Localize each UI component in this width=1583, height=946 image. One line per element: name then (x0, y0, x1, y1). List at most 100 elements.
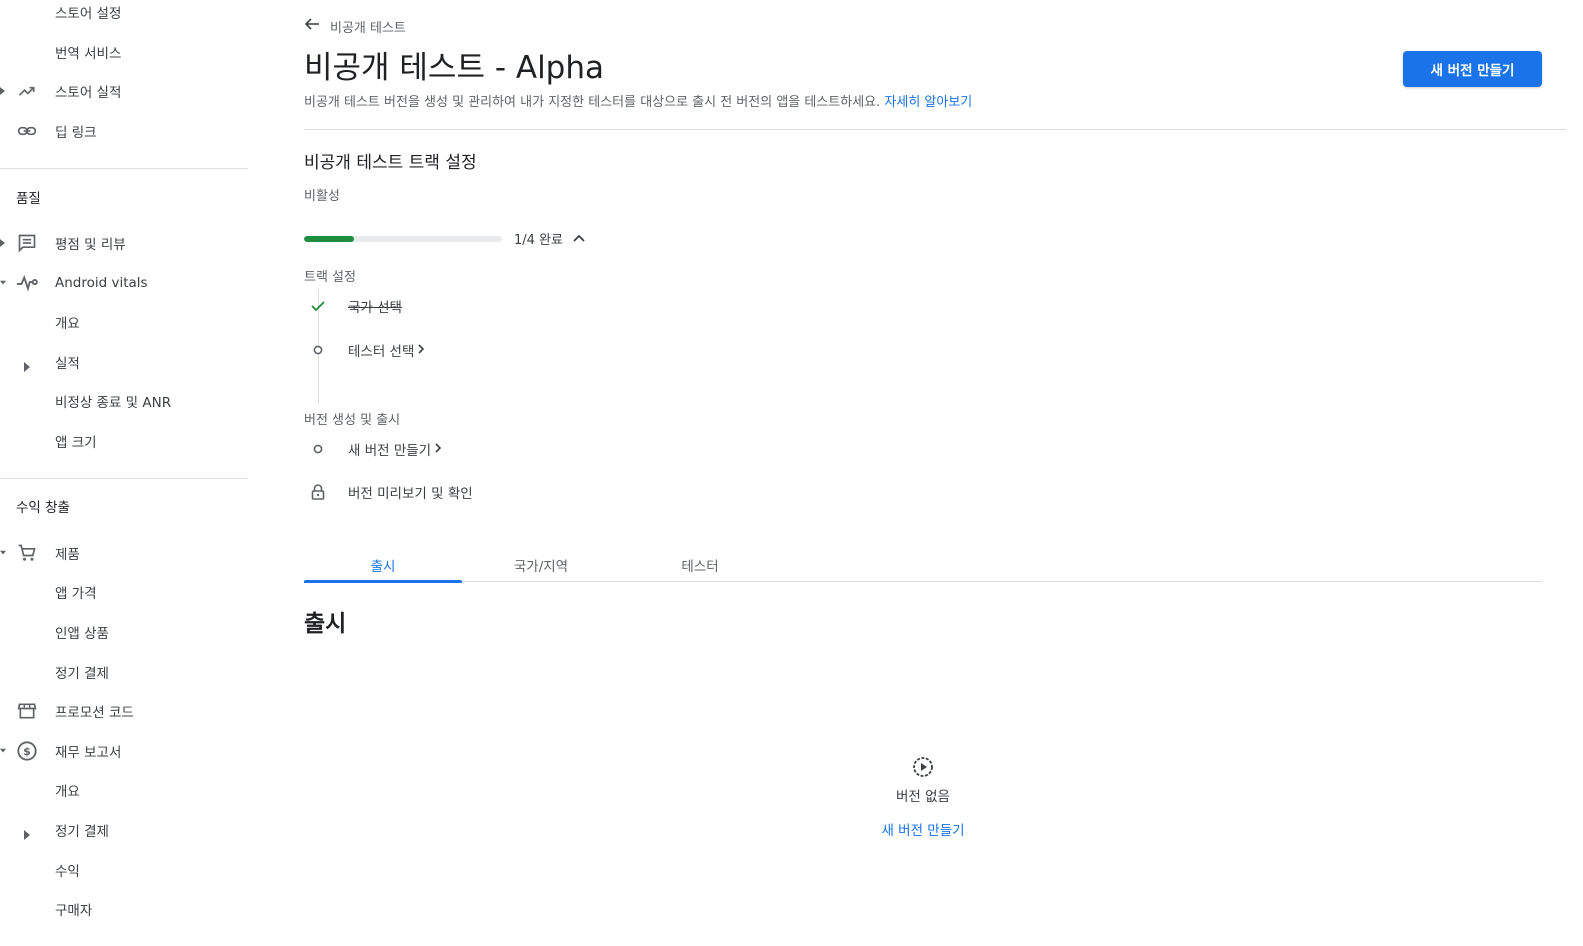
sidebar-item-financial-subscriptions[interactable]: 정기 결제 (0, 813, 250, 847)
sidebar-item-label: 재무 보고서 (55, 745, 122, 761)
sidebar-item-in-app-products[interactable]: 인앱 상품 (0, 615, 250, 649)
circle-outline-icon (310, 342, 326, 358)
chevron-right-icon (435, 441, 442, 457)
sidebar-item-label: 번역 서비스 (55, 46, 122, 62)
sidebar-item-label: 개요 (55, 316, 80, 332)
group-label-track-setup: 트랙 설정 (304, 270, 356, 285)
dollar-circle-icon: $ (16, 740, 38, 762)
caret-down-icon (0, 746, 6, 756)
sidebar-item-label: 비정상 종료 및 ANR (55, 395, 172, 411)
shopping-cart-icon (16, 542, 38, 564)
page-description-text: 비공개 테스트 버전을 생성 및 관리하여 내가 지정한 테스터를 대상으로 출… (304, 95, 881, 110)
sidebar-item-crashes-anrs[interactable]: 비정상 종료 및 ANR (0, 384, 250, 418)
progress-toggle[interactable]: 1/4 완료 (514, 229, 585, 248)
release-tabs: 출시 국가/지역 테스터 (304, 548, 1542, 583)
step-label: 새 버전 만들기 (348, 443, 432, 459)
sidebar-item-buyers[interactable]: 구매자 (0, 892, 250, 926)
learn-more-link[interactable]: 자세히 알아보기 (884, 95, 972, 110)
sidebar-item-android-vitals[interactable]: Android vitals (0, 266, 250, 300)
chevron-up-icon (573, 231, 585, 246)
empty-state-text: 버전 없음 (896, 789, 950, 805)
track-setup-title: 비공개 테스트 트랙 설정 (304, 153, 477, 173)
sidebar-item-label: 프로모션 코드 (55, 705, 134, 721)
sidebar-item-label: 앱 가격 (55, 586, 97, 602)
empty-state: 버전 없음 새 버전 만들기 (824, 755, 1022, 839)
link-icon (16, 120, 38, 142)
sidebar-item-translation-service[interactable]: 번역 서비스 (0, 35, 250, 69)
sidebar-item-label: 구매자 (55, 903, 93, 919)
create-release-button[interactable]: 새 버전 만들기 (1403, 51, 1542, 87)
sidebar-item-vitals-performance[interactable]: 실적 (0, 345, 250, 379)
release-circle-icon (911, 755, 935, 779)
caret-right-icon (23, 357, 33, 372)
step-label: 테스터 선택 (348, 344, 415, 360)
track-status: 비활성 (304, 189, 340, 204)
group-label-create-release: 버전 생성 및 출시 (304, 413, 401, 428)
caret-down-icon (0, 278, 6, 288)
releases-heading: 출시 (304, 611, 347, 637)
sidebar-item-app-pricing[interactable]: 앱 가격 (0, 575, 250, 609)
sidebar-item-promo-codes[interactable]: 프로모션 코드 (0, 694, 250, 728)
sidebar-item-store-performance[interactable]: 스토어 실적 (0, 74, 250, 108)
caret-down-icon (0, 548, 6, 558)
main-content: 비공개 테스트 비공개 테스트 - Alpha 비공개 테스트 버전을 생성 및… (304, 0, 1566, 946)
sidebar-item-label: 수익 (55, 864, 80, 880)
sidebar-divider (0, 168, 248, 169)
caret-right-icon (0, 86, 6, 96)
back-link[interactable]: 비공개 테스트 (304, 16, 406, 36)
sidebar-divider (0, 478, 248, 479)
sidebar-item-label: 딥 링크 (55, 125, 97, 141)
tab-countries-regions[interactable]: 국가/지역 (462, 548, 620, 582)
sidebar-item-financial-reports[interactable]: $ 재무 보고서 (0, 734, 250, 768)
sidebar: 스토어 설정 번역 서비스 스토어 실적 딥 링크 품질 평점 및 리뷰 And… (0, 0, 250, 946)
sidebar-item-app-size[interactable]: 앱 크기 (0, 424, 250, 458)
storefront-icon (16, 700, 38, 722)
sidebar-item-label: 실적 (55, 356, 80, 372)
sidebar-item-store-settings[interactable]: 스토어 설정 (0, 0, 250, 29)
setup-progress-bar (304, 236, 502, 242)
sidebar-item-label: 정기 결제 (55, 666, 109, 682)
progress-label: 1/4 완료 (514, 233, 563, 248)
tab-testers[interactable]: 테스터 (621, 548, 779, 582)
check-icon (310, 298, 326, 314)
step-label-wrap: 테스터 선택 (348, 340, 425, 360)
sidebar-item-financial-overview[interactable]: 개요 (0, 773, 250, 807)
arrow-back-icon (304, 17, 320, 35)
page-description: 비공개 테스트 버전을 생성 및 관리하여 내가 지정한 테스터를 대상으로 출… (304, 91, 972, 110)
circle-outline-icon (310, 441, 326, 457)
svg-text:$: $ (23, 745, 31, 758)
trending-up-icon (16, 80, 38, 102)
step-label: 국가 선택 (348, 300, 402, 316)
page-title: 비공개 테스트 - Alpha (304, 50, 605, 86)
sidebar-item-label: 평점 및 리뷰 (55, 237, 126, 253)
sidebar-item-vitals-overview[interactable]: 개요 (0, 305, 250, 339)
step-label: 버전 미리보기 및 확인 (348, 486, 473, 502)
empty-state-create-link[interactable]: 새 버전 만들기 (824, 819, 1022, 839)
caret-right-icon (23, 825, 33, 840)
sidebar-item-label: 앱 크기 (55, 435, 97, 451)
back-link-label: 비공개 테스트 (330, 20, 406, 36)
sidebar-item-label: 개요 (55, 784, 80, 800)
caret-right-icon (0, 238, 6, 248)
tab-releases[interactable]: 출시 (304, 548, 462, 583)
sidebar-item-label: Android vitals (55, 275, 148, 291)
sidebar-item-label: 제품 (55, 547, 80, 563)
header-divider (304, 129, 1566, 130)
sidebar-item-revenue[interactable]: 수익 (0, 853, 250, 887)
setup-progress-fill (304, 236, 354, 242)
lock-icon (310, 484, 326, 500)
sidebar-section-monetization: 수익 창출 (16, 500, 70, 516)
sidebar-section-quality: 품질 (16, 191, 41, 207)
step-label-wrap: 새 버전 만들기 (348, 439, 442, 459)
sidebar-item-products[interactable]: 제품 (0, 536, 250, 570)
sidebar-item-subscriptions[interactable]: 정기 결제 (0, 655, 250, 689)
vitals-pulse-icon (16, 272, 38, 294)
sidebar-item-label: 정기 결제 (55, 824, 109, 840)
sidebar-item-deep-links[interactable]: 딥 링크 (0, 114, 250, 148)
sidebar-item-label: 스토어 설정 (55, 6, 122, 22)
comment-icon (16, 232, 38, 254)
sidebar-item-ratings-reviews[interactable]: 평점 및 리뷰 (0, 226, 250, 260)
chevron-right-icon (418, 342, 425, 358)
sidebar-item-label: 인앱 상품 (55, 626, 109, 642)
sidebar-item-label: 스토어 실적 (55, 85, 122, 101)
